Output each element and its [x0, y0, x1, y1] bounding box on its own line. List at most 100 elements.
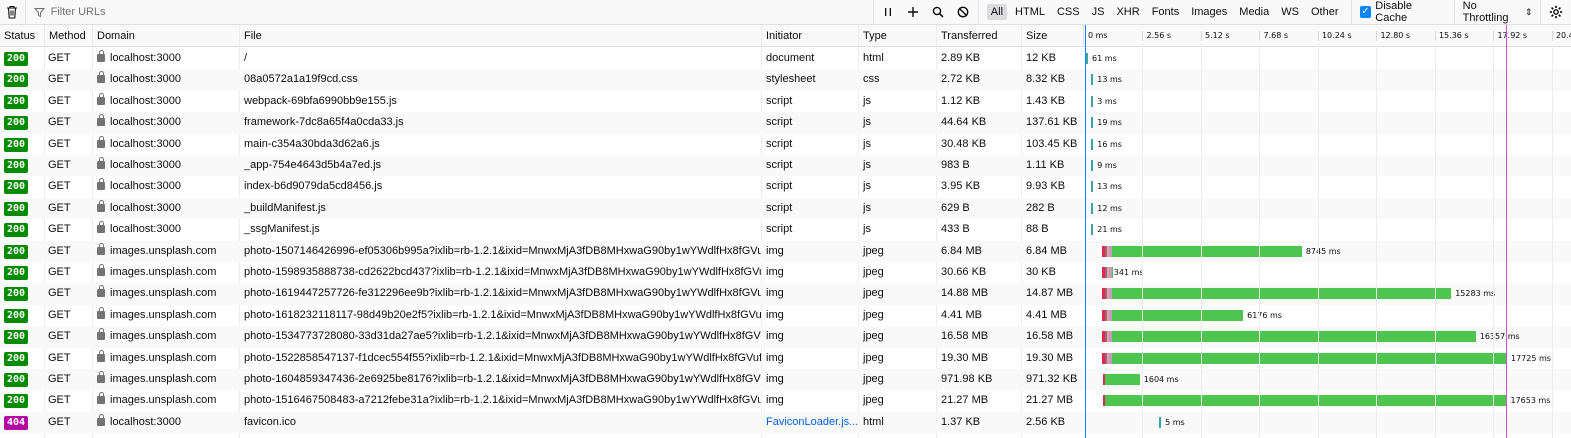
search-button[interactable] — [926, 0, 951, 25]
block-icon — [957, 6, 969, 18]
domain-cell: localhost:3000 — [93, 219, 239, 240]
domain-cell: localhost:3000 — [93, 48, 239, 69]
waterfall-receive-segment — [1105, 374, 1140, 385]
waterfall-receive-segment — [1111, 352, 1507, 364]
domain-text: images.unsplash.com — [110, 308, 217, 321]
status-cell: 200 — [0, 48, 44, 69]
type-filter-other[interactable]: Other — [1307, 4, 1343, 20]
method-cell: GET — [48, 116, 71, 129]
request-row[interactable]: 200 GET localhost:3000 framework-7dc8a65f4a… — [0, 112, 1571, 134]
request-row[interactable]: 200 GET images.unsplash.com photo-153477372… — [0, 326, 1571, 348]
request-row[interactable]: 200 GET localhost:3000 _buildManifest.js scr… — [0, 197, 1571, 220]
toolbar-actions — [874, 0, 979, 25]
type-filter-all[interactable]: All — [986, 4, 1008, 20]
type-filter-html[interactable]: HTML — [1011, 4, 1049, 20]
request-blocking-button[interactable] — [951, 0, 976, 25]
type-cell: jpeg — [863, 351, 884, 364]
waterfall-duration-label: 16357 ms — [1479, 332, 1520, 342]
column-header-file[interactable]: File — [240, 25, 762, 47]
file-cell: framework-7dc8a65f4a0cda33.js — [244, 116, 404, 129]
waterfall-bar — [1159, 416, 1162, 428]
disable-cache-toggle[interactable]: ✓ Disable Cache — [1352, 0, 1455, 25]
column-header-domain[interactable]: Domain — [93, 25, 240, 47]
timeline-gridline — [1142, 48, 1144, 438]
initiator-cell: script — [766, 137, 793, 150]
transferred-cell: 6.84 MB — [941, 244, 982, 257]
file-cell: photo-1516467508483-a7212febe31a?ixlib=r… — [244, 394, 761, 407]
filter-urls-input[interactable] — [50, 6, 871, 18]
method-cell: GET — [48, 308, 71, 321]
size-cell: 88 B — [1026, 223, 1049, 236]
waterfall-bar — [1091, 138, 1094, 150]
domain-text: images.unsplash.com — [110, 373, 217, 385]
method-cell: GET — [48, 73, 71, 86]
request-row[interactable]: 200 GET localhost:3000 webpack-69bfa6990bb9… — [0, 91, 1571, 112]
request-row[interactable]: 200 GET localhost:3000 / document html 2.89 KB… — [0, 48, 1571, 69]
column-header-type[interactable]: Type — [859, 25, 937, 47]
type-filter-xhr[interactable]: XHR — [1112, 4, 1143, 20]
pause-button[interactable] — [876, 0, 901, 25]
request-row[interactable]: 200 GET images.unsplash.com photo-152285854… — [0, 348, 1571, 369]
status-cell: 200 — [0, 369, 44, 390]
new-request-button[interactable] — [901, 0, 926, 25]
file-cell: favicon.ico — [244, 415, 296, 428]
waterfall-duration-label: 17725 ms — [1511, 353, 1551, 363]
lock-icon — [97, 114, 105, 127]
file-cell: _buildManifest.js — [244, 201, 326, 214]
status-badge: 200 — [4, 159, 29, 173]
timeline-header[interactable]: 0 ms 2.56 s 5.12 s 7.68 s 10.24 s 12.80 s 15.3… — [1084, 25, 1571, 47]
waterfall-receive-segment — [1111, 331, 1476, 343]
column-header-method[interactable]: Method — [45, 25, 93, 47]
column-header-status[interactable]: Status — [0, 25, 45, 47]
request-row[interactable]: 200 GET localhost:3000 main-c354a30bda3d62a… — [0, 134, 1571, 155]
type-filter-css[interactable]: CSS — [1053, 4, 1084, 20]
method-cell: GET — [48, 266, 71, 278]
domain-cell: localhost:3000 — [93, 412, 239, 433]
type-filter-js[interactable]: JS — [1088, 4, 1109, 20]
request-row[interactable]: 200 GET images.unsplash.com photo-159893588… — [0, 262, 1571, 283]
request-row[interactable]: 200 GET images.unsplash.com photo-151646750… — [0, 390, 1571, 411]
type-filter-images[interactable]: Images — [1187, 4, 1231, 20]
column-header-transferred[interactable]: Transferred — [937, 25, 1022, 47]
status-badge: 200 — [4, 373, 29, 387]
disable-cache-checkbox[interactable]: ✓ — [1359, 6, 1372, 18]
filter-urls-box[interactable] — [26, 0, 874, 25]
request-row[interactable]: 200 GET localhost:3000 08a0572a1a19f9cd.css… — [0, 69, 1571, 91]
request-row[interactable]: 200 GET localhost:3000 _app-754e4643d5b4a7e… — [0, 155, 1571, 177]
request-row[interactable]: 200 GET images.unsplash.com photo-150714642… — [0, 240, 1571, 262]
waterfall-duration-label: 8745 ms — [1305, 246, 1341, 256]
column-header-initiator[interactable]: Initiator — [762, 25, 859, 47]
initiator-cell: script — [766, 94, 793, 107]
settings-button[interactable] — [1541, 5, 1571, 19]
request-row[interactable]: 200 GET localhost:3000 _ssgManifest.js scrip… — [0, 219, 1571, 240]
type-filter-fonts[interactable]: Fonts — [1148, 4, 1184, 20]
type-filter-ws[interactable]: WS — [1277, 4, 1303, 20]
request-row[interactable]: 404 GET localhost:3000 favicon.ico FaviconLo… — [0, 411, 1571, 434]
status-badge: 200 — [4, 330, 29, 345]
initiator-cell[interactable]: FaviconLoader.js... — [762, 412, 858, 433]
column-header-size[interactable]: Size — [1022, 25, 1084, 47]
type-cell: css — [863, 73, 880, 86]
type-cell: jpeg — [863, 394, 884, 407]
transferred-cell: 3.95 KB — [941, 180, 981, 193]
type-cell: js — [863, 116, 871, 129]
request-type-filters: All HTML CSS JS XHR Fonts Images Media WS Other — [979, 0, 1352, 25]
waterfall-receive-segment — [1111, 309, 1244, 321]
method-cell: GET — [48, 180, 71, 193]
request-row[interactable]: 200 GET images.unsplash.com photo-160485934… — [0, 369, 1571, 391]
type-cell: html — [863, 52, 884, 64]
lock-icon — [97, 50, 105, 62]
type-filter-media[interactable]: Media — [1235, 4, 1273, 20]
transferred-cell: 30.48 KB — [941, 137, 987, 150]
request-row[interactable]: 200 GET localhost:3000 index-b6d9079da5cd84… — [0, 176, 1571, 197]
size-cell: 8.32 KB — [1026, 73, 1066, 86]
request-row[interactable]: 200 GET images.unsplash.com photo-161944725… — [0, 283, 1571, 305]
throttling-select[interactable]: No Throttling ⇕ — [1455, 0, 1542, 25]
type-cell: jpeg — [863, 266, 884, 278]
transferred-cell: 433 B — [941, 223, 970, 236]
timeline-tick-label: 17.92 s — [1497, 31, 1528, 40]
domain-text: localhost:3000 — [110, 137, 181, 150]
clear-button[interactable] — [0, 0, 26, 25]
request-row[interactable]: 200 GET images.unsplash.com photo-161823211… — [0, 305, 1571, 326]
domain-text: localhost:3000 — [110, 180, 181, 193]
